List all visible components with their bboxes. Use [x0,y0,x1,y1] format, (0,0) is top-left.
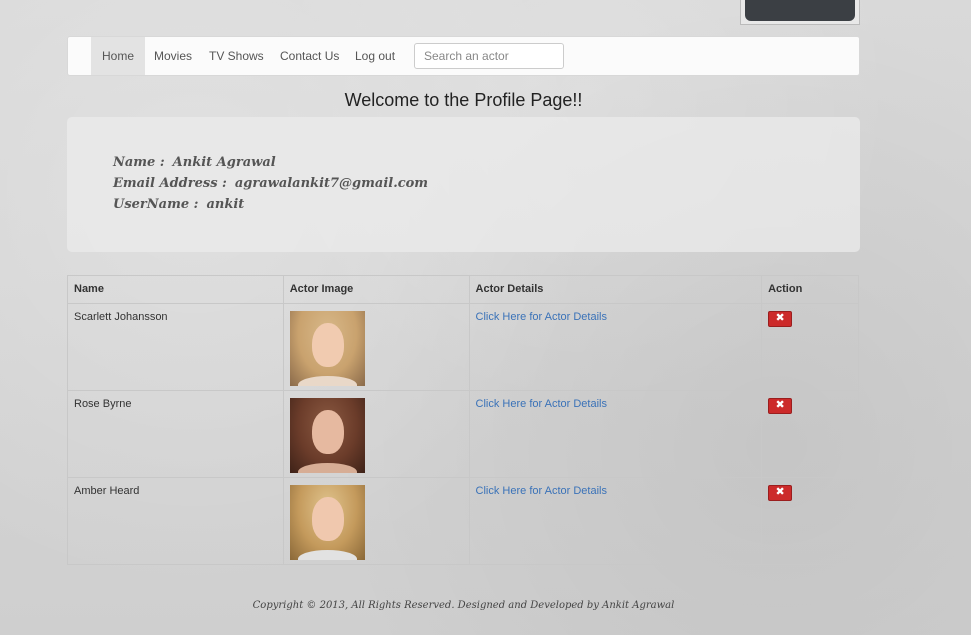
profile-name: Name : Ankit Agrawal [113,155,276,170]
actor-action-cell: ✖ [761,390,859,478]
profile-name-label: Name : [113,155,165,170]
actor-name: Scarlett Johansson [67,303,284,391]
navbar: Home Movies TV Shows Contact Us Log out [67,36,860,76]
table-header-row: Name Actor Image Actor Details Action [67,275,859,304]
actor-details-link[interactable]: Click Here for Actor Details [476,398,607,410]
actor-photo [289,398,365,473]
profile-email: Email Address : agrawalankit7@gmail.com [113,176,428,191]
actor-table: Name Actor Image Actor Details Action Sc… [67,275,859,565]
close-icon: ✖ [775,311,785,324]
column-header-name: Name [67,275,284,304]
nav-contact-us[interactable]: Contact Us [269,37,350,75]
nav-home[interactable]: Home [91,37,146,75]
column-header-action: Action [761,275,859,304]
actor-photo [289,485,365,560]
search-input[interactable] [414,43,564,69]
actor-photo [289,311,365,386]
profile-email-label: Email Address : [113,176,227,191]
actor-details-link[interactable]: Click Here for Actor Details [476,485,607,497]
close-icon: ✖ [775,485,785,498]
actor-image-cell [282,390,470,478]
profile-username-value: ankit [206,197,245,212]
actor-details-cell: Click Here for Actor Details [468,390,763,478]
profile-username: UserName : ankit [113,197,244,212]
profile-username-label: UserName : [113,197,199,212]
actor-details-link[interactable]: Click Here for Actor Details [476,311,607,323]
table-row: Amber Heard Click Here for Actor Details… [67,477,859,565]
actor-name: Amber Heard [67,477,284,565]
delete-button[interactable]: ✖ [768,311,793,327]
actor-action-cell: ✖ [761,303,859,391]
close-icon: ✖ [775,398,785,411]
profile-name-value: Ankit Agrawal [172,155,276,170]
actor-action-cell: ✖ [761,477,859,565]
nav-movies[interactable]: Movies [143,37,203,75]
page-title: Welcome to the Profile Page!! [344,90,583,110]
nav-log-out[interactable]: Log out [344,37,406,75]
header-image [740,0,860,25]
actor-image-cell [282,303,470,391]
table-row: Scarlett Johansson Click Here for Actor … [67,303,859,391]
footer-copyright: Copyright © 2013, All Rights Reserved. D… [252,600,675,611]
delete-button[interactable]: ✖ [768,485,793,501]
column-header-image: Actor Image [282,275,470,304]
profile-email-value: agrawalankit7@gmail.com [234,176,429,191]
nav-tv-shows[interactable]: TV Shows [198,37,275,75]
actor-details-cell: Click Here for Actor Details [468,303,763,391]
profile-panel: Name : Ankit Agrawal Email Address : agraw… [67,117,860,252]
table-row: Rose Byrne Click Here for Actor Details … [67,390,859,478]
column-header-details: Actor Details [468,275,763,304]
actor-details-cell: Click Here for Actor Details [468,477,763,565]
actor-name: Rose Byrne [67,390,284,478]
delete-button[interactable]: ✖ [768,398,793,414]
actor-image-cell [282,477,470,565]
